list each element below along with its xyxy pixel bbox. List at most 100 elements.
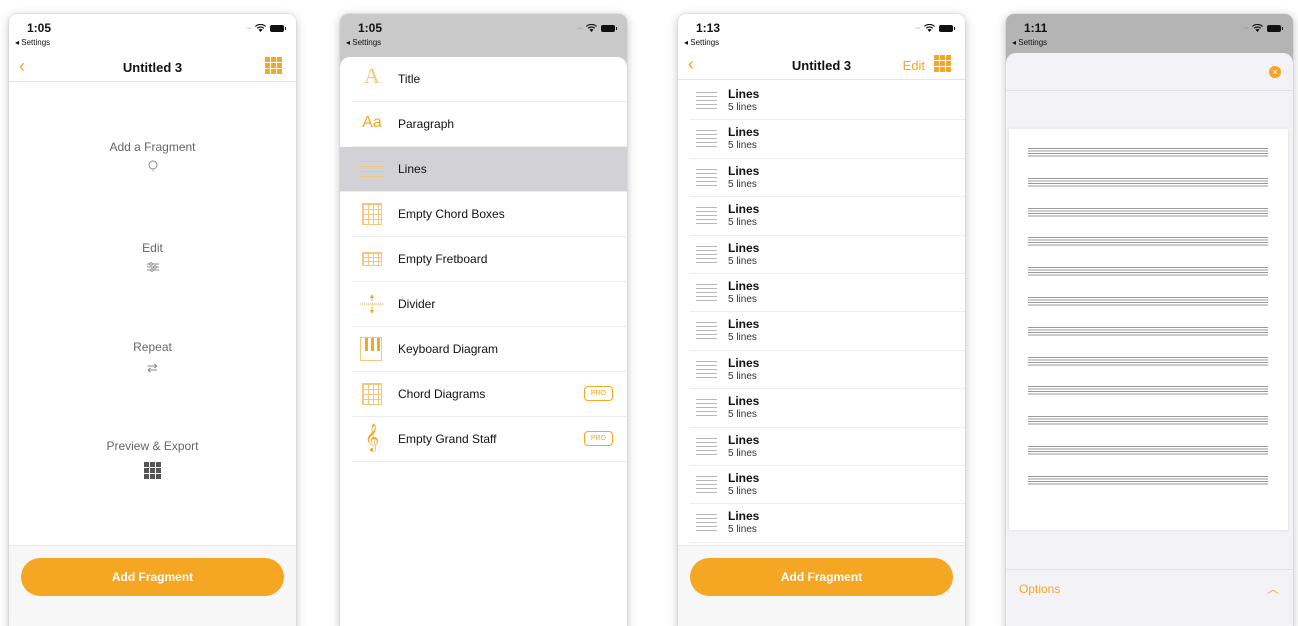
chord-boxes-icon [360, 202, 384, 226]
wifi-icon [255, 24, 266, 32]
screen-fragment-picker: 1:05 ◂ Settings ···· A Title Aa Paragrap… [340, 14, 627, 626]
lines-icon [696, 360, 717, 378]
screen-project: 1:05 ◂ Settings ···· ‹ Untitled 3 Add a … [9, 14, 296, 626]
status-bar: 1:13 ◂ Settings ···· [678, 14, 965, 54]
battery-icon [939, 24, 955, 32]
list-item-title: Lines [728, 509, 760, 524]
chord-diagram-icon [360, 382, 384, 406]
hint-label: Add a Fragment [109, 140, 196, 154]
list-item-title: Lines [728, 87, 760, 101]
list-item-title: Lines [728, 240, 760, 255]
list-item-subtitle: 5 lines [728, 217, 757, 229]
list-item-title: Lines [728, 202, 760, 217]
status-bar: 1:05 ◂ Settings ···· [340, 14, 627, 54]
lines-icon [696, 283, 717, 301]
back-to-settings[interactable]: ◂ Settings [684, 38, 719, 47]
menu-item-paragraph[interactable]: Aa Paragraph [352, 102, 627, 147]
repeat-icon: ⇄ [147, 360, 158, 375]
list-item[interactable]: Lines5 lines [690, 236, 965, 274]
staff-lines [1028, 148, 1268, 158]
lines-icon [360, 157, 384, 181]
list-item[interactable]: Lines5 lines [690, 428, 965, 466]
list-item[interactable]: Lines5 lines [690, 274, 965, 313]
list-item[interactable]: Lines5 lines [690, 504, 965, 543]
hint-edit: Edit [9, 241, 296, 276]
wifi-icon [924, 24, 935, 32]
menu-item-label: Empty Chord Boxes [398, 207, 505, 221]
grid-icon[interactable] [265, 57, 282, 74]
list-item[interactable]: Lines5 lines [690, 159, 965, 198]
bottom-bar: Add Fragment [9, 545, 296, 626]
list-item-subtitle: 5 lines [728, 102, 757, 113]
menu-item-title[interactable]: A Title [352, 57, 627, 102]
menu-item-lines[interactable]: Lines [340, 147, 627, 192]
hint-label: Edit [142, 241, 163, 255]
hint-label: Repeat [133, 340, 172, 354]
list-item[interactable]: Lines5 lines [690, 312, 965, 351]
signal-icon: ···· [576, 24, 583, 32]
lines-icon [696, 130, 717, 148]
grid-icon[interactable] [934, 55, 951, 72]
options-label: Options [1019, 582, 1061, 596]
list-item-title: Lines [728, 355, 760, 370]
system-icons: ···· [1243, 24, 1283, 32]
menu-item-empty-fretboard[interactable]: Empty Fretboard [352, 237, 627, 282]
back-to-settings[interactable]: ◂ Settings [346, 38, 381, 47]
wifi-icon [1252, 24, 1263, 32]
menu-item-label: Divider [398, 297, 436, 311]
staff-lines [1028, 475, 1268, 486]
list-item-title: Lines [728, 317, 760, 332]
divider-icon [360, 292, 384, 316]
list-item[interactable]: Lines5 lines [690, 82, 965, 121]
add-fragment-button[interactable]: Add Fragment [690, 558, 953, 596]
list-item[interactable]: Lines5 lines [690, 389, 965, 428]
staff-lines [1028, 446, 1268, 456]
list-item-subtitle: 5 lines [728, 447, 757, 459]
system-icons: ···· [576, 24, 617, 32]
menu-item-label: Empty Fretboard [398, 252, 488, 266]
menu-item-empty-chord-boxes[interactable]: Empty Chord Boxes [352, 192, 627, 237]
close-icon[interactable]: × [1269, 66, 1281, 78]
lines-icon [696, 92, 717, 109]
options-bar[interactable]: Options ︿ [1006, 569, 1293, 626]
menu-item-label: Empty Grand Staff [398, 432, 497, 446]
menu-item-empty-grand-staff[interactable]: 𝄞 Empty Grand Staff PRO [352, 417, 627, 462]
menu-item-keyboard-diagram[interactable]: Keyboard Diagram [352, 327, 627, 372]
staff-lines [1028, 356, 1268, 367]
chevron-up-icon[interactable]: ︿ [1267, 580, 1279, 597]
edit-button[interactable]: Edit [903, 58, 925, 73]
staff-lines [1028, 267, 1268, 278]
list-item[interactable]: Lines5 lines [690, 120, 965, 159]
menu-item-chord-diagrams[interactable]: Chord Diagrams PRO [352, 372, 627, 417]
signal-icon: ···· [914, 24, 921, 32]
grid-icon [9, 462, 296, 479]
title-icon: A [364, 63, 380, 88]
back-to-settings[interactable]: ◂ Settings [1012, 38, 1047, 47]
preview-sheet: × Options ︿ [1006, 53, 1293, 626]
status-time: 1:05 [358, 21, 383, 35]
paragraph-icon: Aa [362, 114, 382, 131]
menu-item-label: Paragraph [398, 117, 455, 131]
back-to-settings[interactable]: ◂ Settings [15, 38, 50, 47]
lines-icon [696, 475, 717, 493]
menu-item-label: Lines [398, 162, 427, 176]
list-item-title: Lines [728, 278, 760, 293]
menu-item-label: Title [398, 72, 421, 86]
list-item-subtitle: 5 lines [728, 332, 757, 344]
battery-icon [270, 24, 286, 32]
lines-icon [696, 399, 717, 417]
list-item[interactable]: Lines5 lines [690, 466, 965, 505]
list-item-title: Lines [728, 394, 760, 409]
menu-item-divider[interactable]: Divider [352, 282, 627, 327]
treble-clef-icon: 𝄞 [364, 423, 380, 451]
lightbulb-icon [9, 160, 296, 175]
list-item[interactable]: Lines5 lines [690, 351, 965, 390]
add-fragment-button[interactable]: Add Fragment [21, 558, 284, 596]
list-item-subtitle: 5 lines [728, 409, 757, 421]
system-icons: ···· [245, 24, 286, 32]
nav-bar: ‹ Untitled 3 Edit [678, 52, 965, 80]
list-item-subtitle: 5 lines [728, 255, 757, 267]
fragment-list: Lines 5 lines Lines 5 lines Lines 5 lines Line… [678, 82, 965, 545]
signal-icon: ···· [245, 24, 252, 32]
list-item[interactable]: Lines5 lines [690, 197, 965, 236]
